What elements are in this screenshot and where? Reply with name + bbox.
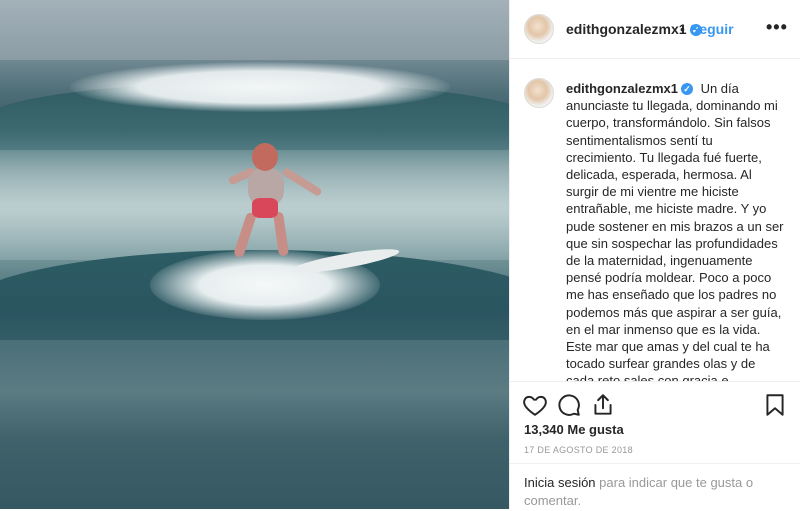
- photo-sky: [0, 0, 509, 60]
- photo-water: [0, 340, 509, 509]
- follow-button[interactable]: Seguir: [690, 21, 734, 37]
- avatar[interactable]: [524, 14, 554, 44]
- separator-dot: •: [680, 21, 685, 37]
- login-prompt-text: Inicia sesión para indicar que te gusta …: [524, 474, 784, 510]
- bookmark-icon[interactable]: [762, 392, 788, 418]
- post-date[interactable]: 17 DE AGOSTO DE 2018: [524, 445, 633, 455]
- caption-avatar[interactable]: [524, 78, 554, 108]
- photo-wave-crest: [70, 62, 450, 112]
- username-text[interactable]: edithgonzalezmx1: [566, 21, 687, 37]
- post-photo[interactable]: [0, 0, 509, 509]
- post-header: edithgonzalezmx1 ✓ • Seguir •••: [510, 0, 800, 59]
- verified-badge-icon: ✓: [680, 83, 693, 95]
- caption-text: Un día anunciaste tu llegada, dominando …: [566, 81, 784, 381]
- more-options-icon[interactable]: •••: [766, 17, 788, 38]
- caption-area[interactable]: edithgonzalezmx1 ✓ Un día anunciaste tu l…: [510, 59, 800, 381]
- share-icon[interactable]: [590, 392, 616, 418]
- caption-username[interactable]: edithgonzalezmx1: [566, 81, 678, 96]
- comment-icon[interactable]: [556, 392, 582, 418]
- photo-surfer-head: [252, 143, 278, 171]
- heart-icon[interactable]: [522, 392, 548, 418]
- post-side-panel: edithgonzalezmx1 ✓ • Seguir ••• edithgonz…: [509, 0, 800, 509]
- like-count[interactable]: 13,340 Me gusta: [524, 422, 624, 437]
- login-prompt: Inicia sesión para indicar que te gusta …: [510, 463, 800, 511]
- post-actions: 13,340 Me gusta 17 DE AGOSTO DE 2018 Ini…: [510, 381, 800, 510]
- photo-surfer-shorts: [252, 198, 278, 218]
- login-link[interactable]: Inicia sesión: [524, 475, 596, 490]
- caption: edithgonzalezmx1 ✓ Un día anunciaste tu l…: [566, 80, 786, 381]
